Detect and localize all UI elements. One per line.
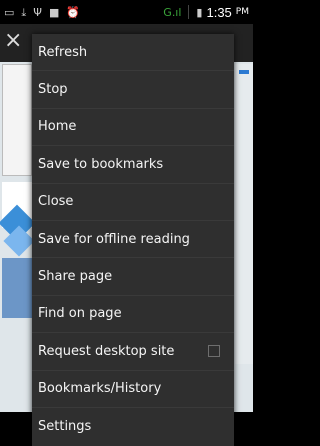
battery-icon: ▮ — [196, 5, 203, 19]
menu-item-request-desktop-site[interactable]: Request desktop site — [32, 333, 234, 371]
menu-item-label: Home — [38, 119, 77, 135]
download-icon: ⤓ — [21, 5, 27, 19]
menu-item-find-on-page[interactable]: Find on page — [32, 296, 234, 334]
page-sidebar — [235, 64, 253, 364]
menu-item-label: Share page — [38, 269, 113, 285]
menu-item-settings[interactable]: Settings — [32, 408, 234, 445]
status-separator — [188, 5, 190, 19]
menu-item-label: Request desktop site — [38, 343, 175, 359]
browser-overflow-menu: Refresh Stop Home Save to bookmarks Clos… — [32, 34, 234, 446]
menu-item-label: Close — [38, 194, 74, 210]
menu-item-label: Find on page — [38, 306, 122, 322]
notification-icon: ▭ — [4, 5, 15, 19]
menu-item-stop[interactable]: Stop — [32, 71, 234, 109]
status-left-icons: ▭ ⤓ Ψ ■ ⏰ — [4, 7, 80, 18]
signal-icon: G.ıl — [163, 5, 182, 19]
clock-ampm: PM — [235, 7, 249, 17]
media-icon: ■ — [48, 5, 60, 19]
alarm-icon: ⏰ — [66, 5, 81, 19]
menu-item-save-offline[interactable]: Save for offline reading — [32, 221, 234, 259]
menu-item-label: Stop — [38, 82, 68, 98]
menu-item-label: Refresh — [38, 44, 88, 60]
usb-icon: Ψ — [33, 5, 42, 19]
close-tab-icon[interactable]: × — [4, 30, 22, 52]
status-right: G.ıl ▮ 1:35 PM — [163, 5, 249, 20]
clock-time: 1:35 — [206, 4, 232, 20]
menu-item-label: Save to bookmarks — [38, 156, 164, 172]
menu-item-label: Save for offline reading — [38, 231, 190, 247]
page-panel — [2, 258, 32, 318]
menu-item-label: Settings — [38, 419, 92, 435]
menu-item-share-page[interactable]: Share page — [32, 258, 234, 296]
menu-item-label: Bookmarks/History — [38, 381, 162, 397]
page-image — [2, 64, 32, 176]
desktop-site-checkbox[interactable] — [208, 345, 220, 358]
menu-item-bookmarks-history[interactable]: Bookmarks/History — [32, 371, 234, 408]
menu-item-close[interactable]: Close — [32, 184, 234, 221]
signal-type-label: G — [163, 5, 172, 19]
page-accent — [239, 70, 249, 74]
menu-item-save-to-bookmarks[interactable]: Save to bookmarks — [32, 146, 234, 184]
menu-item-home[interactable]: Home — [32, 109, 234, 147]
menu-item-refresh[interactable]: Refresh — [32, 34, 234, 72]
status-bar: ▭ ⤓ Ψ ■ ⏰ G.ıl ▮ 1:35 PM — [0, 0, 253, 24]
